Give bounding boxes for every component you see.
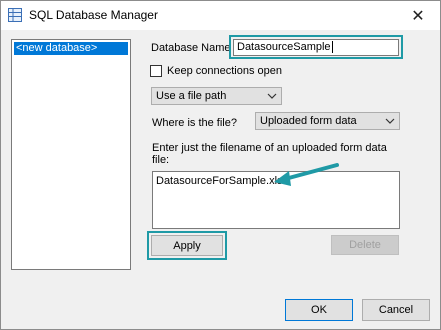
cancel-button-label: Cancel — [378, 304, 414, 316]
filename-value: DatasourceForSample.xlsx — [156, 175, 289, 187]
where-is-file-label: Where is the file? — [152, 117, 237, 129]
delete-button-label: Delete — [349, 239, 381, 251]
instruction-text-line1: Enter just the filename of an uploaded f… — [152, 142, 387, 154]
sql-database-manager-window: SQL Database Manager ✕ <new database> Da… — [0, 0, 441, 330]
apply-button-label: Apply — [173, 239, 201, 252]
source-type-dropdown[interactable]: Use a file path — [151, 87, 282, 105]
close-icon: ✕ — [411, 7, 425, 25]
chevron-down-icon — [267, 93, 277, 99]
source-type-value: Use a file path — [156, 90, 227, 102]
ok-button-label: OK — [311, 304, 327, 316]
file-location-dropdown[interactable]: Uploaded form data — [255, 112, 400, 130]
chevron-down-icon — [385, 118, 395, 124]
delete-button[interactable]: Delete — [331, 235, 399, 255]
list-item-new-database[interactable]: <new database> — [14, 42, 128, 55]
database-name-input[interactable]: DatasourceSample — [233, 39, 399, 56]
instruction-text-line2: file: — [152, 154, 170, 166]
keep-connections-label: Keep connections open — [167, 65, 282, 77]
close-button[interactable]: ✕ — [396, 1, 440, 30]
apply-button[interactable]: Apply — [151, 235, 223, 256]
ok-button[interactable]: OK — [285, 299, 353, 321]
database-name-label: Database Name — [151, 42, 231, 54]
annotation-arrow-icon — [274, 163, 339, 186]
cancel-button[interactable]: Cancel — [362, 299, 430, 321]
file-location-value: Uploaded form data — [260, 115, 357, 127]
window-title: SQL Database Manager — [29, 8, 158, 22]
title-bar: SQL Database Manager ✕ — [1, 1, 440, 30]
keep-connections-checkbox[interactable] — [150, 65, 162, 77]
database-grid-icon — [8, 8, 22, 22]
database-list[interactable]: <new database> — [11, 39, 131, 270]
database-name-value: DatasourceSample — [237, 41, 331, 53]
